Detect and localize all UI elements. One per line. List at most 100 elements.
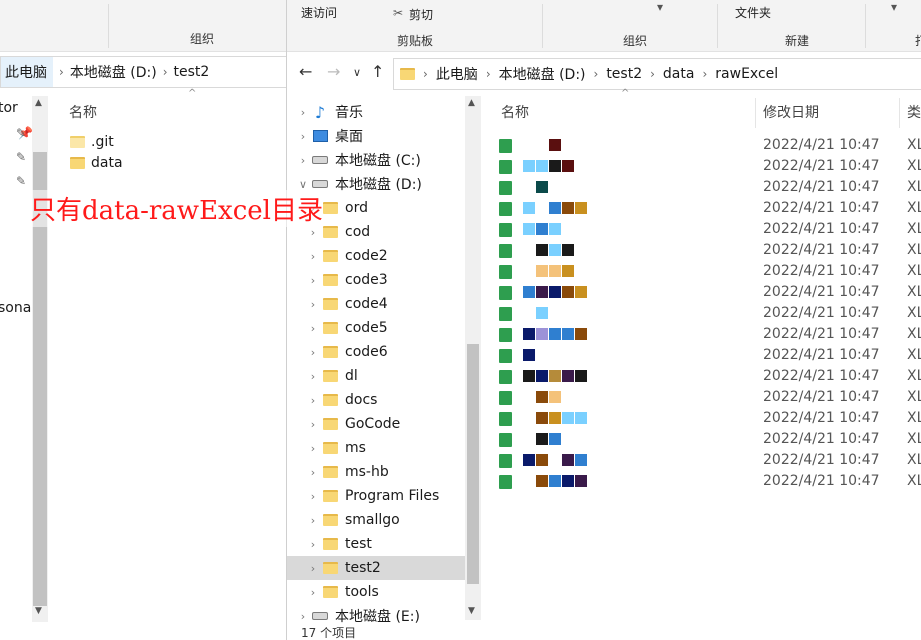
scroll-down-icon[interactable]: ▼ <box>35 606 42 616</box>
chevron-right-icon[interactable]: › <box>305 538 321 551</box>
tree-item[interactable]: › tools <box>287 580 465 604</box>
table-row[interactable]: [redacted]2022/4/21 10:47XL <box>497 472 921 493</box>
breadcrumb-rawexcel[interactable]: rawExcel <box>715 66 778 82</box>
chevron-right-icon[interactable]: › <box>305 562 321 575</box>
tree-scrollbar[interactable]: ▲ ▼ <box>465 96 481 620</box>
chevron-right-icon[interactable]: › <box>650 67 655 81</box>
tree-item[interactable]: › code3 <box>287 268 465 292</box>
tree-item[interactable]: › smallgo <box>287 508 465 532</box>
breadcrumb-drive-d[interactable]: 本地磁盘 (D:) <box>70 62 157 82</box>
chevron-right-icon[interactable]: › <box>305 274 321 287</box>
back-arrow-icon[interactable]: ← <box>299 62 312 81</box>
breadcrumb-data[interactable]: data <box>663 66 695 82</box>
table-row[interactable]: [redacted]2022/4/21 10:47XL <box>497 136 921 157</box>
breadcrumb-test2[interactable]: test2 <box>174 64 210 80</box>
back-address-bar[interactable]: 此电脑 › 本地磁盘 (D:) › test2 <box>0 56 290 88</box>
scroll-up-icon[interactable]: ▲ <box>35 98 42 108</box>
tree-item[interactable]: › code4 <box>287 292 465 316</box>
new-folder-button[interactable]: 文件夹 <box>735 4 771 21</box>
chevron-right-icon[interactable]: › <box>295 130 311 143</box>
address-bar[interactable]: › 此电脑 › 本地磁盘 (D:) › test2 › data › rawEx… <box>393 58 921 90</box>
scroll-up-icon[interactable]: ▲ <box>468 98 475 108</box>
tree-item[interactable]: › dl <box>287 364 465 388</box>
scissors-icon[interactable]: ✂ <box>393 6 403 20</box>
cut-button[interactable]: 剪切 <box>409 6 433 23</box>
chevron-right-icon[interactable]: › <box>295 106 311 119</box>
tree-item[interactable]: › Program Files <box>287 484 465 508</box>
chevron-right-icon[interactable]: › <box>295 154 311 167</box>
list-item[interactable]: .git <box>70 134 114 150</box>
chevron-right-icon[interactable]: › <box>305 466 321 479</box>
table-row[interactable]: [redacted]2022/4/21 10:47XL <box>497 430 921 451</box>
chevron-right-icon[interactable]: › <box>305 370 321 383</box>
tree-item[interactable]: › code2 <box>287 244 465 268</box>
breadcrumb-drive-d[interactable]: 本地磁盘 (D:) <box>499 64 586 84</box>
scroll-down-icon[interactable]: ▼ <box>468 606 475 616</box>
breadcrumb-this-pc[interactable]: 此电脑 <box>1 57 53 87</box>
tree-item[interactable]: › 本地磁盘 (C:) <box>287 148 465 172</box>
breadcrumb-this-pc[interactable]: 此电脑 <box>436 64 478 84</box>
chevron-right-icon[interactable]: › <box>305 226 321 239</box>
nav-item-partial[interactable]: sona <box>0 300 31 316</box>
column-header-name[interactable]: 名称 <box>501 102 529 122</box>
chevron-right-icon[interactable]: › <box>59 65 64 79</box>
chevron-right-icon[interactable]: › <box>486 67 491 81</box>
tree-item[interactable]: › docs <box>287 388 465 412</box>
column-header-modified[interactable]: 修改日期 <box>763 102 819 122</box>
tree-item[interactable]: › code6 <box>287 340 465 364</box>
table-row[interactable]: [redacted]2022/4/21 10:47XL <box>497 262 921 283</box>
tree-item[interactable]: › 桌面 <box>287 124 465 148</box>
table-row[interactable]: [redacted]2022/4/21 10:47XL <box>497 283 921 304</box>
scroll-thumb[interactable] <box>467 344 479 584</box>
tree-item[interactable]: › ♪ 音乐 <box>287 100 465 124</box>
column-header-name[interactable]: 名称 <box>69 102 97 122</box>
chevron-right-icon[interactable]: › <box>305 346 321 359</box>
table-row[interactable]: [redacted]2022/4/21 10:47XL <box>497 325 921 346</box>
table-row[interactable]: [redacted]2022/4/21 10:47XL <box>497 178 921 199</box>
tree-item[interactable]: › ms <box>287 436 465 460</box>
table-row[interactable]: [redacted]2022/4/21 10:47XL <box>497 346 921 367</box>
table-row[interactable]: [redacted]2022/4/21 10:47XL <box>497 220 921 241</box>
chevron-right-icon[interactable]: › <box>305 250 321 263</box>
chevron-right-icon[interactable]: › <box>423 67 428 81</box>
table-row[interactable]: [redacted]2022/4/21 10:47XL <box>497 409 921 430</box>
table-row[interactable]: [redacted]2022/4/21 10:47XL <box>497 199 921 220</box>
chevron-right-icon[interactable]: › <box>305 490 321 503</box>
chevron-right-icon[interactable]: › <box>305 322 321 335</box>
column-divider[interactable] <box>899 98 900 128</box>
chevron-right-icon[interactable]: › <box>305 394 321 407</box>
tree-item[interactable]: › GoCode <box>287 412 465 436</box>
chevron-right-icon[interactable]: › <box>305 586 321 599</box>
column-header-type[interactable]: 类 <box>907 102 921 122</box>
table-row[interactable]: [redacted]2022/4/21 10:47XL <box>497 304 921 325</box>
chevron-right-icon[interactable]: › <box>305 298 321 311</box>
recent-chevron-icon[interactable]: ∨ <box>353 66 361 79</box>
back-nav-scrollbar[interactable]: ▲ ▼ <box>32 96 48 622</box>
column-divider[interactable] <box>755 98 756 128</box>
chevron-down-icon[interactable]: ∨ <box>295 178 311 191</box>
tree-item[interactable]: › code5 <box>287 316 465 340</box>
chevron-right-icon[interactable]: › <box>702 67 707 81</box>
dropdown-arrow-icon[interactable]: ▾ <box>891 0 897 14</box>
dropdown-arrow-icon[interactable]: ▾ <box>657 0 663 14</box>
forward-arrow-icon[interactable]: → <box>327 62 340 81</box>
quick-access-label[interactable]: 速访问 <box>301 4 337 21</box>
table-row[interactable]: [redacted]2022/4/21 10:47XL <box>497 367 921 388</box>
table-row[interactable]: [redacted]2022/4/21 10:47XL <box>497 241 921 262</box>
chevron-right-icon[interactable]: › <box>305 514 321 527</box>
nav-item-partial[interactable]: tor <box>0 100 18 116</box>
tree-item[interactable]: › test2 <box>287 556 465 580</box>
chevron-right-icon[interactable]: › <box>594 67 599 81</box>
list-item[interactable]: data <box>70 155 123 171</box>
tree-item[interactable]: › ms-hb <box>287 460 465 484</box>
chevron-right-icon[interactable]: › <box>295 610 311 623</box>
chevron-right-icon[interactable]: › <box>163 65 168 79</box>
breadcrumb-test2[interactable]: test2 <box>606 66 642 82</box>
table-row[interactable]: [redacted]2022/4/21 10:47XL <box>497 451 921 472</box>
tree-item[interactable]: › test <box>287 532 465 556</box>
table-row[interactable]: [redacted]2022/4/21 10:47XL <box>497 157 921 178</box>
chevron-right-icon[interactable]: › <box>305 442 321 455</box>
chevron-right-icon[interactable]: › <box>305 418 321 431</box>
up-arrow-icon[interactable]: ↑ <box>371 62 384 81</box>
table-row[interactable]: [redacted]2022/4/21 10:47XL <box>497 388 921 409</box>
